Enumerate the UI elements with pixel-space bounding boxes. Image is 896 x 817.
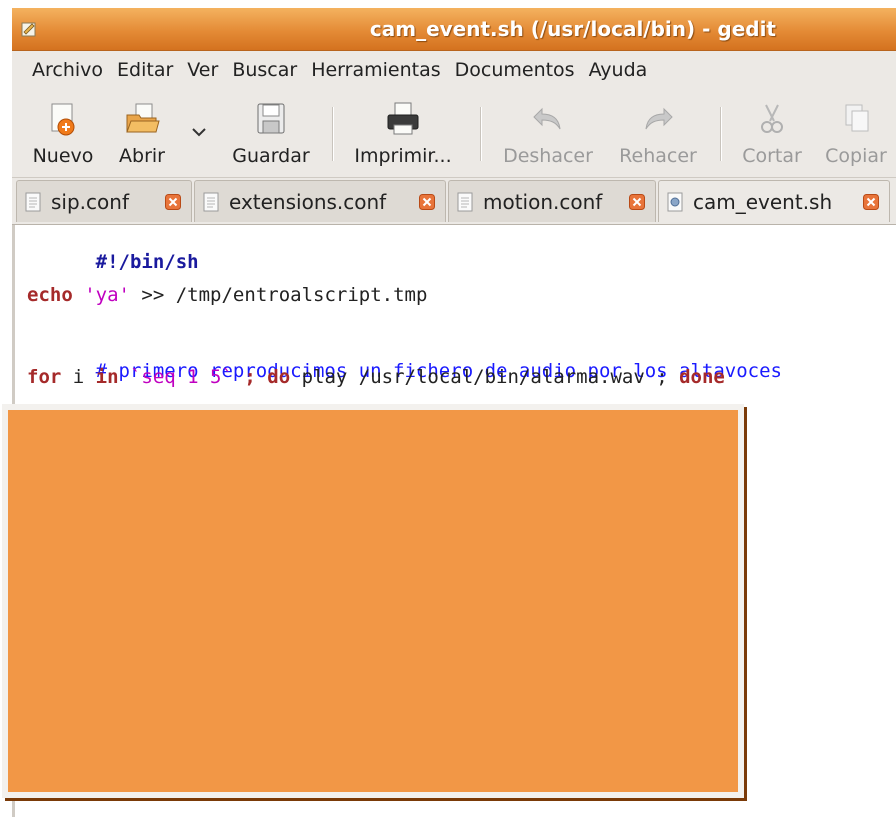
undo-label: Deshacer (503, 145, 593, 167)
tab-sip-conf[interactable]: sip.conf (16, 180, 192, 222)
undo-button[interactable]: Deshacer (498, 95, 598, 173)
redo-arrow-icon (645, 107, 673, 130)
print-label: Imprimir... (354, 145, 452, 167)
new-button[interactable]: Nuevo (28, 95, 98, 173)
close-tab-icon[interactable] (629, 194, 645, 210)
script-document-icon (667, 192, 683, 211)
cut-button[interactable]: Cortar (734, 95, 810, 173)
toolbar-separator (332, 107, 334, 161)
code-line-6: for i in `seq 1 5` ; do play /usr/local/… (27, 366, 725, 388)
shebang: #!/bin/sh (95, 251, 199, 273)
keyword-for: for (27, 366, 62, 388)
open-button[interactable]: Abrir (110, 95, 174, 173)
text-document-icon (25, 192, 41, 211)
keyword-do: do (267, 366, 291, 388)
menu-ver[interactable]: Ver (185, 59, 230, 81)
toolbar: Nuevo Abrir Guardar Imprimir... Deshacer… (12, 89, 896, 178)
save-label: Guardar (232, 145, 310, 167)
tab-label: cam_event.sh (693, 189, 833, 214)
menu-bar: Archivo Editar Ver Buscar Herramientas D… (12, 51, 896, 89)
menu-documentos[interactable]: Documentos (453, 59, 587, 81)
toolbar-separator (480, 107, 482, 161)
toolbar-separator (720, 107, 722, 161)
close-tab-icon[interactable] (165, 194, 181, 210)
title-bar[interactable]: cam_event.sh (/usr/local/bin) - gedit (12, 8, 896, 51)
menu-editar[interactable]: Editar (115, 59, 185, 81)
keyword-in: in (95, 366, 119, 388)
keyword-done: done (679, 366, 725, 388)
copy-label: Copiar (825, 145, 887, 167)
close-tab-icon[interactable] (863, 194, 879, 210)
redo-label: Rehacer (619, 145, 697, 167)
seq-command: `seq 1 5` (118, 366, 233, 388)
open-recent-dropdown-icon[interactable] (190, 125, 208, 139)
keyword-echo: echo (27, 284, 73, 306)
loop-variable: i (61, 366, 96, 388)
orange-overlay-box (2, 404, 744, 798)
menu-buscar[interactable]: Buscar (230, 59, 309, 81)
print-button[interactable]: Imprimir... (348, 95, 458, 173)
tab-label: extensions.conf (229, 189, 387, 214)
text-document-icon (457, 192, 473, 211)
cut-label: Cortar (742, 145, 802, 167)
menu-herramientas[interactable]: Herramientas (309, 59, 452, 81)
code-line-3: echo 'ya' >> /tmp/entroalscript.tmp (27, 284, 427, 306)
save-button[interactable]: Guardar (226, 95, 316, 173)
scissors-icon (761, 104, 783, 133)
redirect-path: >> /tmp/entroalscript.tmp (129, 284, 428, 306)
window-title: cam_event.sh (/usr/local/bin) - gedit (369, 17, 776, 41)
printer-icon (387, 102, 419, 135)
open-label: Abrir (119, 145, 165, 167)
menu-archivo[interactable]: Archivo (12, 59, 115, 81)
menu-ayuda[interactable]: Ayuda (587, 59, 660, 81)
save-floppy-icon (257, 103, 285, 134)
tab-extensions-conf[interactable]: extensions.conf (194, 180, 446, 222)
close-tab-icon[interactable] (419, 194, 435, 210)
open-folder-icon (126, 103, 160, 133)
tab-motion-conf[interactable]: motion.conf (448, 180, 656, 222)
tab-cam-event-sh[interactable]: cam_event.sh (658, 180, 890, 222)
document-tabs: sip.conf extensions.conf motion.conf cam… (12, 178, 896, 225)
undo-arrow-icon (533, 107, 561, 130)
copy-button[interactable]: Copiar (818, 95, 894, 173)
new-document-icon (51, 103, 75, 136)
text-document-icon (203, 192, 219, 211)
tab-label: sip.conf (51, 189, 129, 214)
tab-label: motion.conf (483, 189, 603, 214)
new-label: Nuevo (32, 145, 94, 167)
semicolon: ; (232, 366, 268, 388)
redo-button[interactable]: Rehacer (612, 95, 704, 173)
gedit-window: cam_event.sh (/usr/local/bin) - gedit Ar… (0, 0, 896, 817)
copy-icon (845, 104, 869, 132)
string-literal: 'ya' (84, 284, 130, 306)
play-command: play /usr/local/bin/alarma.wav ; (290, 366, 680, 388)
